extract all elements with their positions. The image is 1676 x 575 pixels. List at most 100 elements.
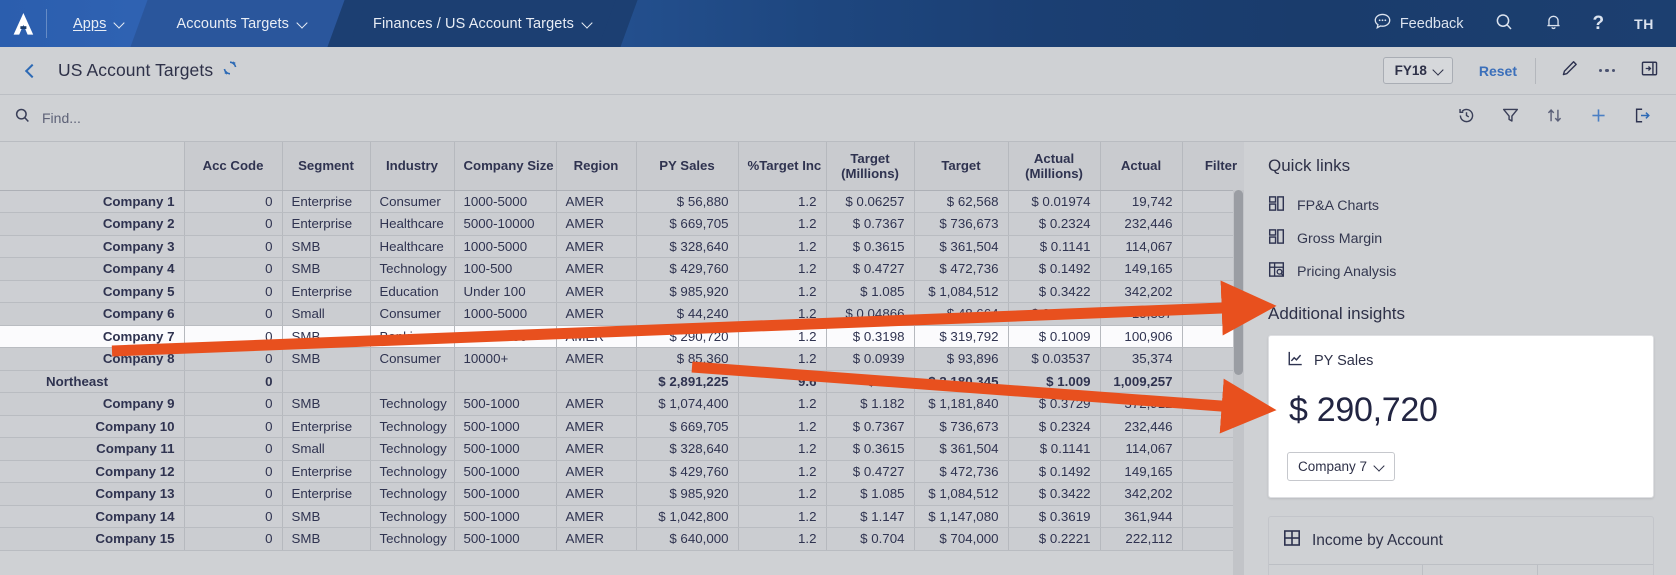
cell-region[interactable]: AMER — [556, 527, 637, 551]
cell-py-sales[interactable]: $ 44,240 — [636, 302, 739, 326]
cell-target[interactable]: $ 93,896 — [914, 347, 1009, 371]
cell-target-millions[interactable]: $ 1.085 — [826, 280, 915, 303]
cell-actual[interactable]: 114,067 — [1100, 235, 1183, 258]
cell-size[interactable]: 500-1000 — [454, 482, 557, 506]
user-avatar-initials[interactable]: TH — [1619, 0, 1658, 47]
cell-py-sales[interactable]: $ 985,920 — [636, 482, 739, 506]
cell-size[interactable]: 1000-5000 — [454, 190, 557, 213]
history-button[interactable] — [1452, 104, 1480, 132]
filter-button[interactable] — [1496, 104, 1524, 132]
header-region[interactable]: Region — [556, 142, 637, 191]
cell-industry[interactable]: Technology — [370, 392, 455, 416]
cell-actual-millions[interactable]: $ 0.2324 — [1008, 212, 1101, 236]
cell-acc[interactable]: 0 — [184, 392, 283, 416]
cell-region[interactable]: AMER — [556, 257, 637, 281]
cell-acc[interactable]: 0 — [184, 437, 283, 461]
cell-py-sales[interactable]: $ 290,720 — [636, 325, 739, 348]
cell-pct-target-inc[interactable]: 1.2 — [738, 392, 827, 416]
refresh-sync-button[interactable] — [222, 60, 238, 81]
cell-pct-target-inc[interactable]: 1.2 — [738, 482, 827, 506]
cell-segment[interactable]: Enterprise — [282, 212, 371, 236]
add-button[interactable] — [1584, 104, 1612, 132]
cell-actual[interactable]: 232,446 — [1100, 212, 1183, 236]
cell-actual[interactable]: 372,912 — [1100, 392, 1183, 416]
vertical-scrollbar[interactable] — [1233, 190, 1244, 575]
cell-region[interactable]: AMER — [556, 437, 637, 461]
header-py-sales[interactable]: PY Sales — [636, 142, 739, 191]
cell-actual[interactable]: 114,067 — [1100, 437, 1183, 461]
cell-target[interactable]: $ 704,000 — [914, 527, 1009, 551]
cell-pct-target-inc[interactable]: 1.2 — [738, 190, 827, 213]
cell-region[interactable]: AMER — [556, 482, 637, 506]
cell-segment[interactable]: SMB — [282, 347, 371, 371]
notifications-button[interactable] — [1529, 0, 1578, 47]
cell-pct-target-inc[interactable]: 1.2 — [738, 212, 827, 236]
cell-region[interactable]: AMER — [556, 392, 637, 416]
cell-size[interactable]: 100-500 — [454, 257, 557, 281]
nav-crumb-accounts-targets[interactable]: Accounts Targets — [130, 0, 353, 47]
cell-target[interactable]: $ 1,181,840 — [914, 392, 1009, 416]
cell-target[interactable]: $ 1,084,512 — [914, 482, 1009, 506]
cell-industry[interactable]: Healthcare — [370, 235, 455, 258]
cell-target-millions[interactable]: $ 0.3615 — [826, 437, 915, 461]
cell-region[interactable]: AMER — [556, 302, 637, 326]
cell-py-sales[interactable]: $ 56,880 — [636, 190, 739, 213]
app-logo[interactable] — [0, 0, 46, 47]
cell-acc[interactable]: 0 — [184, 280, 283, 303]
cell-target[interactable]: $ 3,180,345 — [914, 370, 1009, 393]
cell-name[interactable]: Company 4 — [0, 257, 185, 281]
cell-segment[interactable]: SMB — [282, 505, 371, 528]
cell-actual[interactable]: 100,906 — [1100, 325, 1183, 348]
cell-segment[interactable]: Enterprise — [282, 190, 371, 213]
cell-target-millions[interactable]: $ 0.0939 — [826, 347, 915, 371]
cell-py-sales[interactable]: $ 669,705 — [636, 415, 739, 438]
cell-pct-target-inc[interactable]: 1.2 — [738, 280, 827, 303]
cell-pct-target-inc[interactable]: 1.2 — [738, 325, 827, 348]
cell-name[interactable]: Company 10 — [0, 415, 185, 438]
company-selector[interactable]: Company 7 — [1287, 452, 1396, 481]
cell-segment[interactable]: SMB — [282, 527, 371, 551]
table-row[interactable]: Company 10 0 Enterprise Technology 500-1000 A… — [0, 415, 1244, 438]
cell-industry[interactable] — [370, 370, 455, 393]
cell-py-sales[interactable]: $ 1,042,800 — [636, 505, 739, 528]
cell-target-millions[interactable]: $ 0.3198 — [826, 325, 915, 348]
cell-target-millions[interactable]: $ 3.18 — [826, 370, 915, 393]
cell-region[interactable]: AMER — [556, 190, 637, 213]
cell-acc[interactable]: 0 — [184, 212, 283, 236]
cell-industry[interactable]: Consumer — [370, 190, 455, 213]
help-button[interactable]: ? — [1578, 0, 1620, 47]
cell-pct-target-inc[interactable]: 1.2 — [738, 527, 827, 551]
header-actual-millions[interactable]: Actual (Millions) — [1008, 142, 1101, 191]
cell-segment[interactable]: SMB — [282, 392, 371, 416]
cell-py-sales[interactable]: $ 985,920 — [636, 280, 739, 303]
cell-py-sales[interactable]: $ 429,760 — [636, 257, 739, 281]
cell-segment[interactable]: SMB — [282, 235, 371, 258]
cell-actual-millions[interactable]: $ 0.3619 — [1008, 505, 1101, 528]
cell-actual-millions[interactable]: $ 0.01536 — [1008, 302, 1101, 326]
cell-py-sales[interactable]: $ 640,000 — [636, 527, 739, 551]
header-industry[interactable]: Industry — [370, 142, 455, 191]
quick-link-pricing-analysis[interactable]: Pricing Analysis — [1268, 255, 1654, 288]
cell-region[interactable]: AMER — [556, 280, 637, 303]
cell-actual[interactable]: 149,165 — [1100, 257, 1183, 281]
cell-size[interactable]: 500-1000 — [454, 505, 557, 528]
header-actual[interactable]: Actual — [1100, 142, 1183, 191]
cell-size[interactable]: 1000-5000 — [454, 302, 557, 326]
cell-name[interactable]: Company 2 — [0, 212, 185, 236]
cell-size[interactable]: 1000-5000 — [454, 325, 557, 348]
cell-size[interactable]: 500-1000 — [454, 437, 557, 461]
cell-size[interactable]: 500-1000 — [454, 415, 557, 438]
cell-target-millions[interactable]: $ 1.182 — [826, 392, 915, 416]
cell-acc[interactable]: 0 — [184, 325, 283, 348]
cell-target[interactable]: $ 472,736 — [914, 460, 1009, 483]
cell-target[interactable]: $ 319,792 — [914, 325, 1009, 348]
cell-size[interactable]: 500-1000 — [454, 460, 557, 483]
cell-actual[interactable]: 1,009,257 — [1100, 370, 1183, 393]
cell-pct-target-inc[interactable]: 1.2 — [738, 505, 827, 528]
cell-target-millions[interactable]: $ 1.085 — [826, 482, 915, 506]
cell-actual-millions[interactable]: $ 0.1141 — [1008, 235, 1101, 258]
table-row[interactable]: Company 7 0 SMB Banking 1000-5000 AMER $ 290,7… — [0, 325, 1244, 348]
cell-industry[interactable]: Banking — [370, 325, 455, 348]
cell-acc[interactable]: 0 — [184, 257, 283, 281]
cell-segment[interactable]: Small — [282, 302, 371, 326]
